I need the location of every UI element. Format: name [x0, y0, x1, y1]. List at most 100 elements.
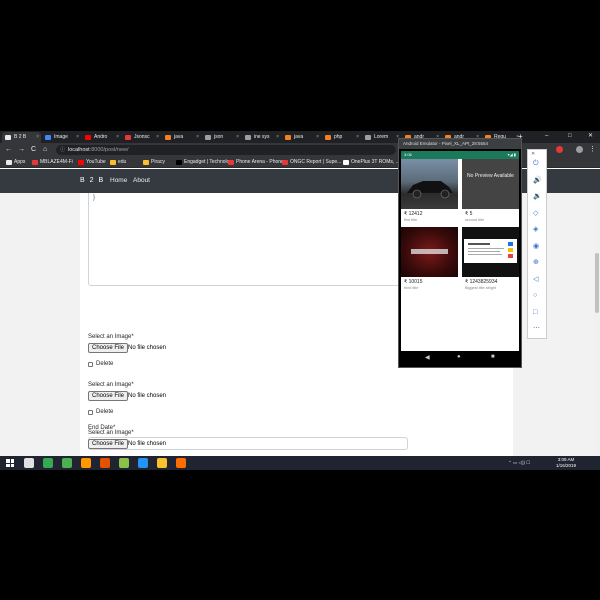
android-emulator-window[interactable]: Android Emulator - Pixel_XL_API_28:5554 …	[398, 138, 522, 368]
bookmark-item[interactable]: Phone Arena - Phone...	[228, 158, 288, 167]
reload-button[interactable]: C	[31, 145, 36, 155]
explorer-taskbar-icon[interactable]	[24, 458, 34, 468]
tab-close-icon[interactable]: ×	[36, 132, 39, 143]
delete-checkbox[interactable]	[88, 362, 93, 367]
bookmark-item[interactable]: ONGC Report | Supe...	[282, 158, 341, 167]
emulator-tool-icon[interactable]: ○	[533, 292, 537, 300]
scrollbar-thumb[interactable]	[595, 253, 599, 313]
choose-file-button[interactable]: Choose File	[88, 343, 129, 353]
select-image-label: Select an Image*	[88, 334, 134, 340]
tab-label: json	[214, 134, 224, 140]
bookmark-item[interactable]: Engadget | Technolo...	[176, 158, 234, 167]
post-card[interactable]: No Preview Available ₹ 5 second title	[462, 159, 519, 224]
home-button[interactable]: ⌂	[43, 145, 47, 155]
tab-favicon-icon	[205, 135, 211, 140]
address-bar[interactable]: ⓘ localhost:8000/post/new/	[56, 145, 396, 155]
tab-favicon-icon	[325, 135, 331, 140]
tab-close-icon[interactable]: ×	[276, 132, 279, 143]
choose-file-button[interactable]: Choose File	[88, 439, 129, 449]
delete-label: Delete	[96, 361, 114, 367]
bookmark-label: Apps	[14, 159, 26, 165]
android-back-button[interactable]: ◀	[425, 354, 430, 361]
tab-close-icon[interactable]: ×	[316, 132, 319, 143]
back-button[interactable]: ←	[5, 145, 12, 155]
browser-tab[interactable]: json ×	[202, 132, 241, 143]
description-textarea[interactable]: }	[88, 193, 408, 286]
profile-avatar-icon[interactable]	[576, 146, 583, 153]
tab-close-icon[interactable]: ×	[156, 132, 159, 143]
bookmark-item[interactable]: YouTube	[78, 158, 106, 167]
android-studio-taskbar-icon[interactable]	[119, 458, 129, 468]
windows-start-icon[interactable]	[6, 459, 14, 467]
browser-tab[interactable]: Image ×	[42, 132, 81, 143]
browser-tab[interactable]: Jsonsc ×	[122, 132, 161, 143]
emulator-tool-icon[interactable]: 🔊	[533, 177, 542, 185]
taskbar-clock[interactable]: 3:09 AM 1/16/2019	[556, 457, 576, 469]
delete-checkbox[interactable]	[88, 410, 93, 415]
emulator-tool-icon[interactable]: ◉	[533, 243, 539, 251]
browser-tab[interactable]: B 2 B ×	[2, 132, 41, 143]
car-thumbnail	[401, 159, 458, 209]
close-window-button[interactable]: ✕	[588, 131, 593, 142]
folder-taskbar-icon[interactable]	[157, 458, 167, 468]
terminal-taskbar-icon[interactable]	[62, 458, 72, 468]
vlc-taskbar-icon[interactable]	[176, 458, 186, 468]
extension-icon[interactable]	[556, 146, 563, 153]
browser-tab[interactable]: java ×	[282, 132, 321, 143]
emulator-tool-icon[interactable]: ⊕	[533, 259, 539, 267]
emulator-tool-icon[interactable]: ◈	[533, 226, 538, 234]
post-card[interactable]: ₹ 1243825934 Biggest title alright	[462, 227, 519, 295]
tray-icons[interactable]: ⌃ ▭ ◁)) ☐	[508, 456, 530, 470]
tab-close-icon[interactable]: ×	[236, 132, 239, 143]
browser-tab[interactable]: ine sys ×	[242, 132, 281, 143]
maximize-button[interactable]: □	[568, 131, 572, 142]
emulator-tool-icon[interactable]: ◁	[533, 276, 538, 284]
nav-about-link[interactable]: About	[133, 169, 150, 193]
sublime-taskbar-icon[interactable]	[81, 458, 91, 468]
emulator-tool-icon[interactable]: □	[533, 309, 537, 317]
browser-tab[interactable]: Andro ×	[82, 132, 121, 143]
bookmark-item[interactable]: OnePlus 3T ROMs, ...	[343, 158, 400, 167]
nav-home-link[interactable]: Home	[110, 169, 127, 193]
emulator-side-toolbar: ✕ ⏻ 🔊 🔉 ◇ ◈ ◉ ⊕ ◁ ○ □ ⋯	[527, 149, 547, 339]
card-title: third title	[404, 286, 419, 290]
no-file-chosen-text: No file chosen	[128, 345, 167, 351]
emulator-tool-icon[interactable]: ⋯	[533, 325, 540, 333]
bookmark-item[interactable]: Apps	[6, 158, 25, 167]
browser-tab[interactable]: php ×	[322, 132, 361, 143]
emulator-tool-icon[interactable]: ◇	[533, 210, 538, 218]
tab-close-icon[interactable]: ×	[356, 132, 359, 143]
tab-close-icon[interactable]: ×	[196, 132, 199, 143]
bookmark-item[interactable]: Piracy	[143, 158, 165, 167]
tab-label: Jsonsc	[134, 134, 150, 140]
site-brand[interactable]: B 2 B	[80, 169, 105, 193]
choose-file-button[interactable]: Choose File	[88, 391, 129, 401]
bookmark-item[interactable]: edu	[110, 158, 126, 167]
windows-taskbar: ⌃ ▭ ◁)) ☐ 3:09 AM 1/16/2019	[0, 456, 600, 470]
tab-close-icon[interactable]: ×	[76, 132, 79, 143]
menu-kebab-icon[interactable]: ⋮	[589, 145, 596, 155]
forward-button[interactable]: →	[18, 145, 25, 155]
emulator-close-icon[interactable]: ✕	[531, 151, 535, 157]
emulator-tool-icon[interactable]: 🔉	[533, 193, 542, 201]
android-status-bar: 3:06 ▾◢ ▮	[401, 151, 519, 159]
android-home-button[interactable]: ●	[457, 354, 461, 360]
firefox-taskbar-icon[interactable]	[100, 458, 110, 468]
post-card[interactable]: ₹ 10015 third title	[401, 227, 458, 295]
android-nav-bar: ◀ ● ■	[401, 351, 519, 365]
bookmark-item[interactable]: MBLAZE4M-Fi	[32, 158, 73, 167]
page-scrollbar[interactable]	[594, 193, 600, 456]
minimize-button[interactable]: –	[545, 131, 548, 142]
post-card[interactable]: ₹ 12412 first title	[401, 159, 458, 224]
photos-taskbar-icon[interactable]	[138, 458, 148, 468]
document-thumbnail	[462, 227, 519, 277]
tab-close-icon[interactable]: ×	[116, 132, 119, 143]
info-icon[interactable]: ⓘ	[60, 145, 65, 155]
tab-favicon-icon	[285, 135, 291, 140]
emulator-tool-icon[interactable]: ⏻	[533, 160, 539, 168]
url-path: :8000/post/new/	[89, 147, 129, 153]
browser-tab[interactable]: java ×	[162, 132, 201, 143]
chrome-taskbar-icon[interactable]	[43, 458, 53, 468]
browser-tab[interactable]: Lorem ×	[362, 132, 401, 143]
android-recent-button[interactable]: ■	[491, 354, 495, 360]
